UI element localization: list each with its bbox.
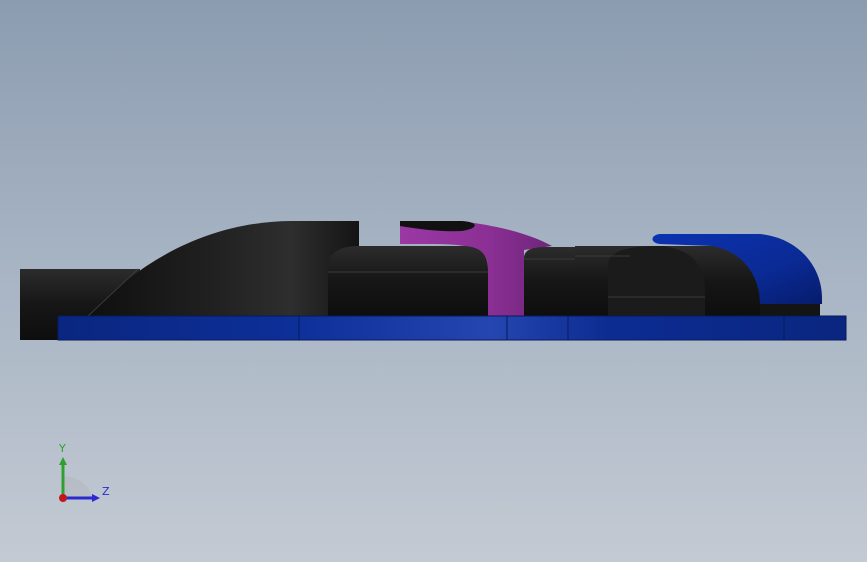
y-axis-label: Y bbox=[59, 442, 66, 455]
y-axis-arrow-icon bbox=[59, 457, 67, 465]
base-plate[interactable] bbox=[58, 316, 846, 340]
center-housing[interactable] bbox=[328, 246, 488, 316]
rear-elbow-foot[interactable] bbox=[760, 304, 820, 316]
middle-post[interactable] bbox=[524, 247, 575, 316]
z-axis-label: Z bbox=[102, 485, 110, 498]
z-axis-arrow-icon bbox=[92, 494, 100, 502]
triad-plane bbox=[63, 476, 92, 498]
view-orientation-triad[interactable]: Y Z bbox=[50, 440, 120, 510]
x-axis-origin-icon bbox=[59, 494, 67, 502]
main-fairing[interactable] bbox=[88, 221, 359, 316]
graphics-viewport[interactable]: Y Z bbox=[0, 0, 867, 562]
model-side-view[interactable] bbox=[0, 0, 867, 562]
